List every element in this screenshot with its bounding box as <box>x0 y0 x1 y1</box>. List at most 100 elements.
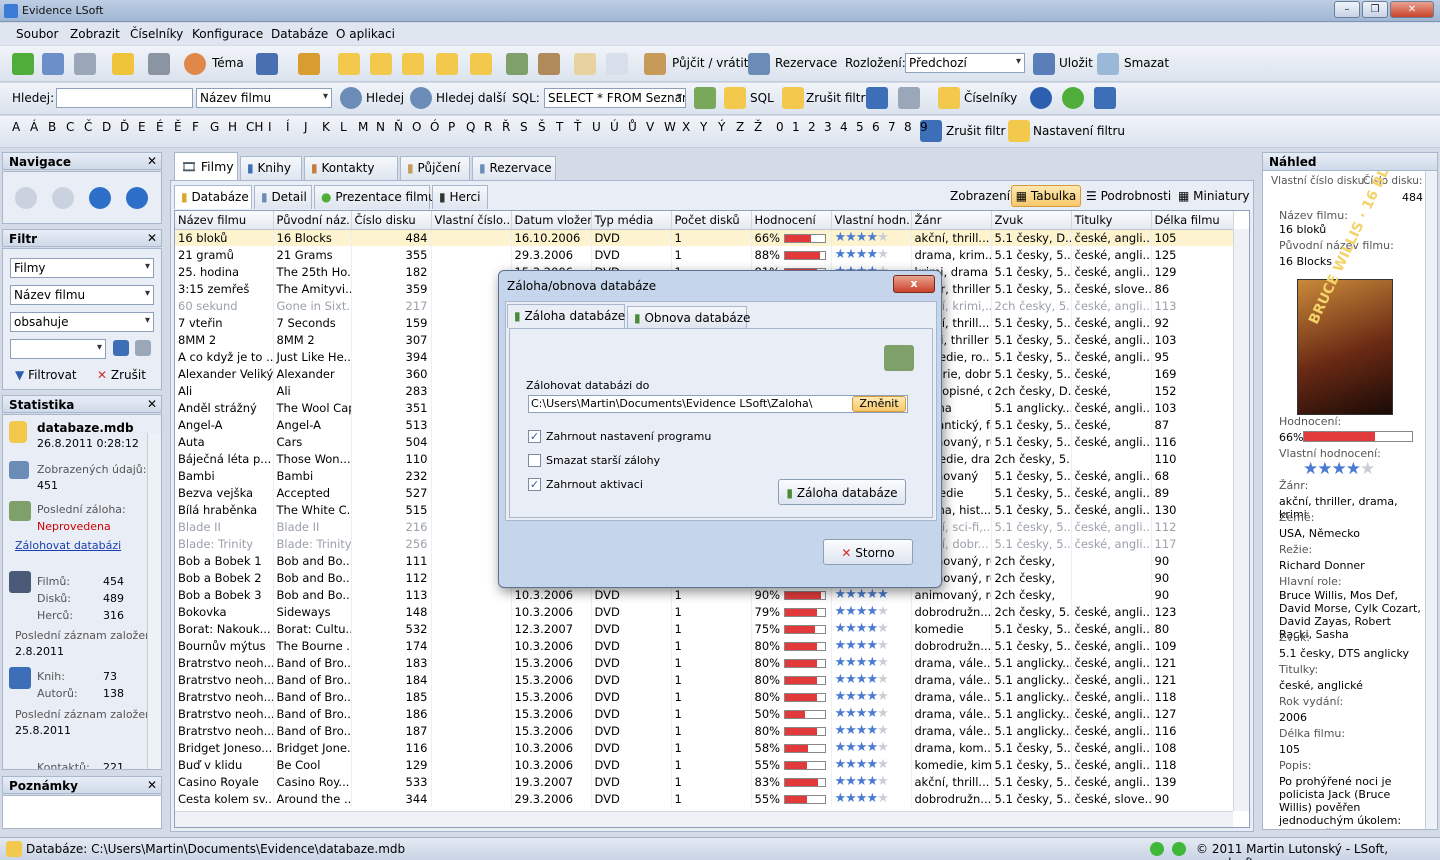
table-vertical-scrollbar[interactable] <box>1233 229 1249 811</box>
list-icon[interactable] <box>606 53 628 75</box>
table-row[interactable]: Cesta kolem sv... Around the ... 344 29.3.2… <box>175 790 1234 807</box>
filter-cancel-button[interactable]: ✕ Zrušit <box>97 368 146 382</box>
tab-restore[interactable]: ▮ Obnova databáze <box>627 306 750 328</box>
letter-filter-51[interactable]: 9 <box>920 120 928 134</box>
db-add-icon[interactable] <box>338 53 360 75</box>
column-header[interactable]: Datum vložení <box>511 211 592 230</box>
subtab-databaze[interactable]: ▮ Databáze <box>174 185 252 209</box>
tab-rezervace[interactable]: ▮ Rezervace <box>472 156 556 180</box>
copy-record-icon[interactable] <box>112 53 134 75</box>
refresh-icon[interactable] <box>1062 87 1084 109</box>
filter-value-input[interactable] <box>10 339 106 359</box>
search-button[interactable]: Hledej <box>366 91 404 105</box>
menu-soubor[interactable]: Soubor <box>16 27 58 41</box>
letter-filter-27[interactable]: Ř <box>502 120 510 134</box>
notes-textarea[interactable] <box>2 795 162 829</box>
letter-filter-30[interactable]: T <box>556 120 563 134</box>
letter-filter-35[interactable]: V <box>646 120 654 134</box>
close-icon[interactable]: ✕ <box>147 397 157 411</box>
subtab-prezentace[interactable]: ● Prezentace filmu <box>314 185 436 209</box>
letter-filter-10[interactable]: F <box>192 120 199 134</box>
filter-source-select[interactable]: Filmy <box>10 258 154 278</box>
column-header[interactable]: Vlastní hodn... <box>831 211 912 230</box>
clear-filter-icon[interactable] <box>782 87 804 109</box>
tab-knihy[interactable]: ▮ Knihy <box>240 156 302 180</box>
letter-filter-6[interactable]: Ď <box>120 120 129 134</box>
trash-icon[interactable] <box>898 87 920 109</box>
table-row[interactable]: Bratrstvo neoh... Band of Bro... 183 15.3.2… <box>175 654 1234 671</box>
table-row[interactable]: Bratrstvo neoh... Band of Bro... 184 15.3.2… <box>175 671 1234 688</box>
letter-filter-23[interactable]: Ó <box>430 120 439 134</box>
table-row[interactable]: Bokovka Sideways 148 10.3.2006 DVD 1 79% ★★★★★ d… <box>175 603 1234 620</box>
view-table-button[interactable]: ▦ Tabulka <box>1011 185 1081 207</box>
preview-scrollbar[interactable] <box>1425 171 1437 829</box>
cancel-button[interactable]: ✕ Storno <box>823 539 913 565</box>
layout-select[interactable]: Předchozí <box>905 53 1025 73</box>
dialog-close-button[interactable]: x <box>893 275 935 293</box>
letter-filter-24[interactable]: P <box>448 120 455 134</box>
search-field-select[interactable]: Název filmu <box>196 88 332 108</box>
letter-filter-16[interactable]: J <box>304 120 308 134</box>
subtab-herci[interactable]: ▮ Herci <box>432 185 488 209</box>
letter-filter-37[interactable]: X <box>682 120 690 134</box>
letter-filter-36[interactable]: W <box>664 120 676 134</box>
letter-filter-33[interactable]: Ú <box>610 120 619 134</box>
subtab-detail[interactable]: ▮ Detail <box>254 185 312 209</box>
save-icon[interactable] <box>113 340 129 356</box>
filter-apply-button[interactable]: ▼ Filtrovat <box>15 368 77 382</box>
sql-button[interactable]: SQL <box>750 91 774 105</box>
letter-filter-26[interactable]: R <box>484 120 492 134</box>
table-row[interactable]: 16 bloků 16 Blocks 484 16.10.2006 DVD 1 66% ★★★… <box>175 229 1234 246</box>
next-record-icon[interactable] <box>89 187 111 209</box>
delete-record-icon[interactable] <box>74 53 96 75</box>
delete-layout-button[interactable]: Smazat <box>1124 56 1169 70</box>
filter-field-select[interactable]: Název filmu <box>10 285 154 305</box>
backup-icon[interactable] <box>506 53 528 75</box>
table-row[interactable]: Bratrstvo neoh... Band of Bro... 185 15.3.2… <box>175 688 1234 705</box>
letter-filter-32[interactable]: U <box>592 120 601 134</box>
sql-icon[interactable] <box>724 87 746 109</box>
last-record-icon[interactable] <box>126 187 148 209</box>
table-row[interactable]: Buď v klidu Be Cool 129 10.3.2006 DVD 1 55% ★★★… <box>175 756 1234 773</box>
letter-filter-7[interactable]: E <box>138 120 146 134</box>
letter-filter-41[interactable]: Ž <box>754 120 762 134</box>
letter-filter-28[interactable]: S <box>520 120 528 134</box>
search-next-icon[interactable] <box>410 87 432 109</box>
search-next-button[interactable]: Hledej další <box>436 91 506 105</box>
letter-filter-22[interactable]: O <box>412 120 421 134</box>
column-header[interactable]: Vlastní číslo... <box>431 211 512 230</box>
report-icon[interactable] <box>1094 87 1116 109</box>
letter-filter-4[interactable]: Č <box>84 120 92 134</box>
include-settings-checkbox[interactable]: ✓ <box>528 430 541 443</box>
table-row[interactable]: 21 gramů 21 Grams 355 29.3.2006 DVD 1 88% ★★★★★… <box>175 246 1234 263</box>
column-header[interactable]: Typ média <box>591 211 672 230</box>
view-thumbnails-button[interactable]: ▦ Miniatury <box>1178 189 1249 203</box>
column-header[interactable]: Hodnocení <box>751 211 832 230</box>
table-row[interactable]: Bournův mýtus The Bourne ... 174 10.3.2006 D… <box>175 637 1234 654</box>
db-search-icon[interactable] <box>370 53 392 75</box>
letter-filter-20[interactable]: N <box>376 120 385 134</box>
clear-filter-2-button[interactable]: Zrušit filtr <box>946 124 1005 138</box>
print-icon[interactable] <box>148 53 170 75</box>
trash-icon[interactable] <box>135 340 151 356</box>
borrow-return-button[interactable]: Půjčit / vrátit <box>672 56 748 70</box>
letter-filter-48[interactable]: 6 <box>872 120 880 134</box>
letter-filter-29[interactable]: Š <box>538 120 546 134</box>
letter-filter-49[interactable]: 7 <box>888 120 896 134</box>
letter-filter-11[interactable]: G <box>210 120 219 134</box>
letter-filter-34[interactable]: Ů <box>628 120 637 134</box>
maximize-button[interactable]: ❐ <box>1362 1 1388 18</box>
letter-filter-43[interactable]: 1 <box>792 120 800 134</box>
db-import-icon[interactable] <box>436 53 458 75</box>
column-header[interactable]: Původní náz... <box>273 211 352 230</box>
prev-record-icon[interactable] <box>52 187 74 209</box>
theme-button[interactable]: Téma <box>212 56 244 70</box>
letter-filter-2[interactable]: B <box>48 120 56 134</box>
letter-filter-47[interactable]: 5 <box>856 120 864 134</box>
backup-database-link[interactable]: Zálohovat databázi <box>15 539 121 552</box>
table-row[interactable]: Bratrstvo neoh... Band of Bro... 186 15.3.2… <box>175 705 1234 722</box>
letter-filter-40[interactable]: Z <box>736 120 744 134</box>
first-record-icon[interactable] <box>15 187 37 209</box>
letter-filter-50[interactable]: 8 <box>904 120 912 134</box>
delete-old-checkbox[interactable] <box>528 454 541 467</box>
